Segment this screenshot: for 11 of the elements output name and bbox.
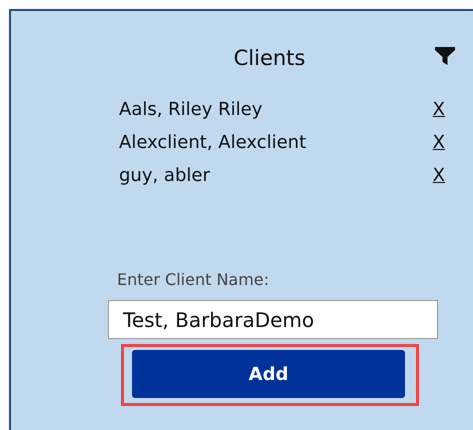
client-name: Aals, Riley Riley	[119, 98, 262, 122]
client-name: guy, abler	[119, 164, 210, 188]
add-button[interactable]: Add	[132, 350, 405, 398]
client-name-field[interactable]: Test, BarbaraDemo	[108, 300, 438, 339]
remove-link[interactable]: X	[432, 162, 445, 189]
filter-icon[interactable]	[435, 47, 455, 65]
remove-link[interactable]: X	[432, 96, 445, 123]
field-label: Enter Client Name:	[117, 269, 270, 291]
panel-title: Clients	[232, 45, 306, 72]
remove-link[interactable]: X	[432, 129, 445, 156]
client-name: Alexclient, Alexclient	[119, 131, 306, 155]
